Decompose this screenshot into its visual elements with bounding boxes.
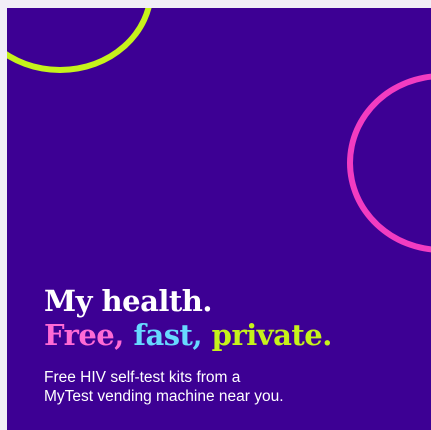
headline-line-2: Free, fast, private. bbox=[44, 318, 332, 352]
subcopy: Free HIV self-test kits from a MyTest ve… bbox=[44, 368, 404, 406]
headline-line-1: My health. bbox=[44, 284, 212, 318]
headline-word-free: Free, bbox=[44, 318, 124, 352]
ad-banner: My health. Free, fast, private. Free HIV… bbox=[7, 8, 431, 430]
subcopy-line-2: MyTest vending machine near you. bbox=[44, 388, 284, 405]
headline-word-fast: fast, bbox=[133, 318, 203, 352]
subcopy-line-1: Free HIV self-test kits from a bbox=[44, 369, 241, 386]
headline-word-private: private. bbox=[211, 318, 333, 352]
pink-ring-decoration bbox=[347, 73, 431, 253]
lime-ring-decoration bbox=[7, 8, 154, 73]
headline: My health. Free, fast, private. bbox=[44, 284, 332, 352]
ad-frame: My health. Free, fast, private. Free HIV… bbox=[0, 0, 431, 430]
